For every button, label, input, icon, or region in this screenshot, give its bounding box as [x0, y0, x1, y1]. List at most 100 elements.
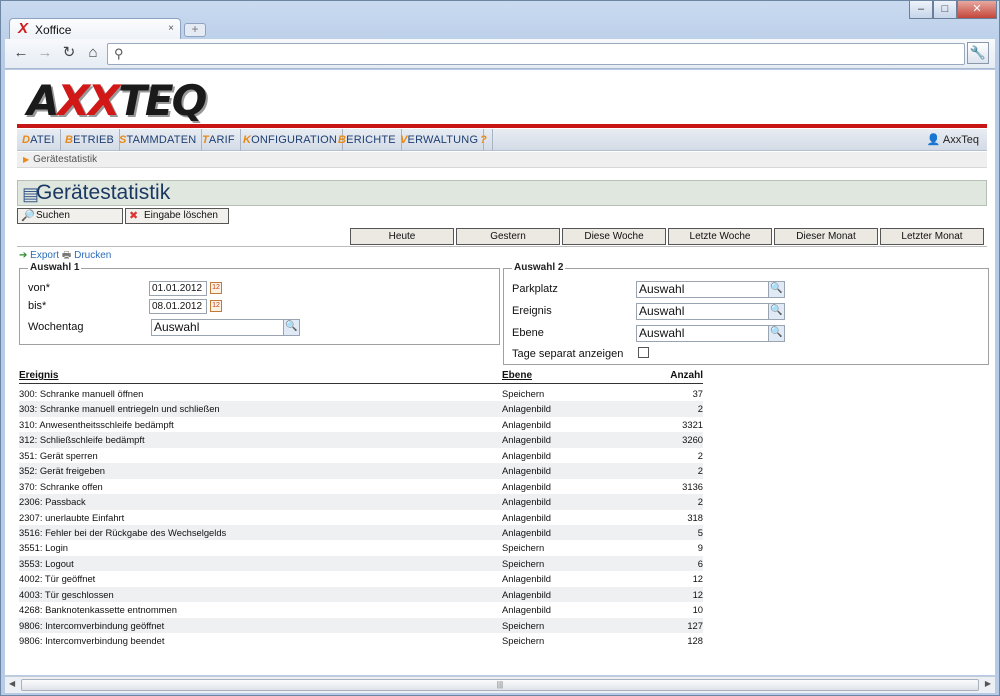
- cell-ebene: Anlagenbild: [502, 573, 551, 585]
- table-row[interactable]: 3551: Login Speichern 9: [19, 540, 703, 555]
- period-last-week-button[interactable]: Letzte Woche: [668, 228, 772, 245]
- separate-days-checkbox[interactable]: [638, 347, 649, 358]
- cell-ereignis: 352: Gerät freigeben: [19, 465, 105, 477]
- cell-ereignis: 3553: Logout: [19, 557, 74, 569]
- table-row[interactable]: 4003: Tür geschlossen Anlagenbild 12: [19, 586, 703, 603]
- table-row[interactable]: 300: Schranke manuell öffnen Speichern 37: [19, 386, 703, 401]
- close-window-button[interactable]: ✕: [957, 1, 997, 19]
- table-row[interactable]: 9806: Intercomverbindung beendet Speicher…: [19, 633, 703, 648]
- home-icon[interactable]: ⌂: [83, 43, 103, 63]
- cell-ereignis: 312: Schließschleife bedämpft: [19, 434, 145, 446]
- cell-ereignis: 303: Schranke manuell entriegeln und sch…: [19, 403, 220, 415]
- breadcrumb-item[interactable]: Gerätestatistik: [33, 154, 97, 165]
- menu-item-betrieb[interactable]: BETRIEB: [60, 129, 121, 151]
- cell-ereignis: 3516: Fehler bei der Rückgabe des Wechse…: [19, 526, 227, 538]
- search-button[interactable]: 🔎 Suchen: [17, 208, 123, 224]
- browser-window: – □ ✕ X Xoffice × + ← → ↻ ⌂ ⚲ 🔧 AXXTEQ D…: [0, 0, 1000, 696]
- scroll-left-icon[interactable]: ◀: [9, 679, 15, 688]
- col-ereignis[interactable]: Ereignis: [19, 370, 58, 381]
- forward-arrow-icon[interactable]: →: [35, 43, 55, 63]
- minimize-button[interactable]: –: [909, 1, 933, 19]
- cell-anzahl: 12: [692, 588, 703, 600]
- ebene-label: Ebene: [512, 327, 544, 339]
- cell-ebene: Anlagenbild: [502, 434, 551, 446]
- cell-anzahl: 127: [687, 619, 703, 631]
- wrench-icon[interactable]: 🔧: [967, 42, 989, 64]
- cell-ebene: Anlagenbild: [502, 511, 551, 523]
- col-ebene[interactable]: Ebene: [502, 370, 532, 381]
- wochentag-select[interactable]: Auswahl 🔍: [151, 319, 300, 336]
- period-yesterday-button[interactable]: Gestern: [456, 228, 560, 245]
- menu-item-stammdaten[interactable]: STAMMDATEN: [114, 129, 203, 151]
- tab-close-icon[interactable]: ×: [168, 23, 174, 34]
- menu-item-tarif[interactable]: TARIF: [197, 129, 241, 151]
- parkplatz-select[interactable]: Auswahl 🔍: [636, 281, 785, 298]
- period-this-month-button[interactable]: Dieser Monat: [774, 228, 878, 245]
- table-row[interactable]: 9806: Intercomverbindung geöffnet Speiche…: [19, 617, 703, 633]
- logo-teq: TEQ: [118, 76, 207, 125]
- lookup-icon[interactable]: 🔍: [768, 326, 784, 341]
- xoffice-logo-icon: X: [18, 20, 29, 37]
- bis-date-input[interactable]: 08.01.2012: [149, 299, 207, 314]
- table-row[interactable]: 303: Schranke manuell entriegeln und sch…: [19, 401, 703, 417]
- search-icon: ⚲: [114, 46, 124, 61]
- period-today-button[interactable]: Heute: [350, 228, 454, 245]
- maximize-button[interactable]: □: [933, 1, 957, 19]
- cell-ebene: Speichern: [502, 635, 545, 646]
- table-row[interactable]: 310: Anwesentheitsschleife bedämpft Anlag…: [19, 417, 703, 432]
- cell-ebene: Speichern: [502, 542, 545, 554]
- cell-anzahl: 2: [697, 403, 703, 415]
- ereignis-select[interactable]: Auswahl 🔍: [636, 303, 785, 320]
- lookup-icon[interactable]: 🔍: [768, 304, 784, 319]
- cell-ereignis: 3551: Login: [19, 542, 69, 554]
- table-row[interactable]: 4002: Tür geöffnet Anlagenbild 12: [19, 571, 703, 586]
- browser-tab[interactable]: X Xoffice ×: [9, 18, 181, 40]
- horizontal-scrollbar[interactable]: ◀ ||| ▶: [5, 676, 995, 693]
- lookup-icon[interactable]: 🔍: [283, 320, 299, 335]
- cell-anzahl: 10: [692, 604, 703, 616]
- table-row[interactable]: 312: Schließschleife bedämpft Anlagenbild…: [19, 432, 703, 448]
- menu-item-verwaltung[interactable]: VERWALTUNG: [395, 129, 485, 151]
- table-row[interactable]: 370: Schranke offen Anlagenbild 3136: [19, 479, 703, 494]
- scroll-right-icon[interactable]: ▶: [985, 679, 991, 688]
- user-menu[interactable]: 👤 AxxTeq: [927, 129, 979, 151]
- calendar-icon[interactable]: 12: [210, 282, 222, 294]
- new-tab-button[interactable]: +: [184, 23, 206, 37]
- browser-toolbar: ← → ↻ ⌂ ⚲ 🔧: [5, 39, 995, 69]
- period-this-week-button[interactable]: Diese Woche: [562, 228, 666, 245]
- cell-ebene: Anlagenbild: [502, 604, 551, 616]
- table-row[interactable]: 3553: Logout Speichern 6: [19, 555, 703, 572]
- von-date-input[interactable]: 01.01.2012: [149, 281, 207, 296]
- address-bar[interactable]: ⚲: [107, 43, 965, 65]
- menu-item-help[interactable]: ?: [475, 129, 493, 151]
- menu-item-konfiguration[interactable]: KONFIGURATION: [238, 129, 344, 151]
- ebene-select[interactable]: Auswahl 🔍: [636, 325, 785, 342]
- menu-item-datei[interactable]: DATEI: [17, 129, 61, 151]
- toolbar-separator: [17, 246, 987, 247]
- clear-input-button[interactable]: ✖ Eingabe löschen: [125, 208, 229, 224]
- table-row[interactable]: 2306: Passback Anlagenbild 2: [19, 494, 703, 510]
- table-row[interactable]: 351: Gerät sperren Anlagenbild 2: [19, 448, 703, 463]
- lookup-icon[interactable]: 🔍: [768, 282, 784, 297]
- menu-item-berichte[interactable]: BERICHTE: [333, 129, 402, 151]
- page-content: AXXTEQ DATEI BETRIEB STAMMDATEN TARIF KO…: [5, 70, 995, 675]
- cell-ereignis: 351: Gerät sperren: [19, 449, 98, 461]
- cell-ebene: Speichern: [502, 557, 545, 569]
- table-row[interactable]: 3516: Fehler bei der Rückgabe des Wechse…: [19, 524, 703, 541]
- print-link[interactable]: Drucken: [74, 250, 111, 261]
- period-last-month-button[interactable]: Letzter Monat: [880, 228, 984, 245]
- back-arrow-icon[interactable]: ←: [11, 43, 31, 63]
- scroll-thumb[interactable]: |||: [21, 679, 979, 691]
- magnifier-icon: 🔎: [21, 210, 35, 222]
- table-row[interactable]: 352: Gerät freigeben Anlagenbild 2: [19, 463, 703, 479]
- reload-icon[interactable]: ↻: [59, 43, 79, 63]
- cell-ebene: Speichern: [502, 388, 545, 399]
- user-icon: 👤: [926, 134, 941, 146]
- table-row[interactable]: 2307: unerlaubte Einfahrt Anlagenbild 318: [19, 510, 703, 525]
- cell-ebene: Anlagenbild: [502, 465, 551, 477]
- separate-days-label: Tage separat anzeigen: [512, 348, 624, 360]
- calendar-icon[interactable]: 12: [210, 300, 222, 312]
- von-label: von*: [28, 282, 51, 294]
- export-link[interactable]: Export: [30, 250, 59, 261]
- table-row[interactable]: 4268: Banknotenkassette entnommen Anlagen…: [19, 602, 703, 617]
